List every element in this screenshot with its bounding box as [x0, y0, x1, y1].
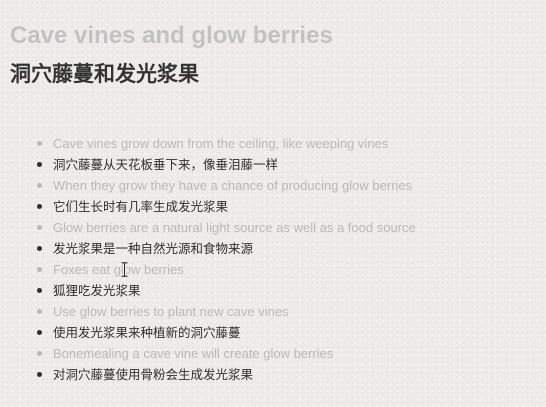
list-item-text: 洞穴藤蔓从天花板垂下来，像垂泪藤一样 — [53, 157, 279, 172]
bullet-icon — [37, 330, 42, 335]
bilingual-bullet-list: Cave vines grow down from the ceiling, l… — [0, 133, 416, 385]
bullet-icon — [37, 162, 42, 167]
list-item-english: Foxes eat glow berries — [0, 259, 416, 280]
bullet-icon — [37, 246, 42, 251]
list-item-text: Glow berries are a natural light source … — [53, 220, 416, 235]
page: Cave vines and glow berries 洞穴藤蔓和发光浆果 Ca… — [0, 0, 546, 407]
page-title-chinese: 洞穴藤蔓和发光浆果 — [10, 62, 199, 86]
list-item-english: Use glow berries to plant new cave vines — [0, 301, 416, 322]
bullet-icon — [37, 372, 42, 377]
list-item-chinese: 狐狸吃发光浆果 — [0, 280, 416, 301]
bullet-icon — [37, 183, 42, 188]
bullet-icon — [37, 225, 42, 230]
list-item-text: 对洞穴藤蔓使用骨粉会生成发光浆果 — [53, 367, 254, 382]
list-item-text: When they grow they have a chance of pro… — [53, 178, 413, 193]
list-item-chinese: 发光浆果是一种自然光源和食物来源 — [0, 238, 416, 259]
bullet-icon — [37, 351, 42, 356]
list-item-text: 使用发光浆果来种植新的洞穴藤蔓 — [53, 325, 241, 340]
list-item-chinese: 对洞穴藤蔓使用骨粉会生成发光浆果 — [0, 364, 416, 385]
list-item-text: Bonemealing a cave vine will create glow… — [53, 346, 334, 361]
list-item-text: Use glow berries to plant new cave vines — [53, 304, 289, 319]
list-item-english: Cave vines grow down from the ceiling, l… — [0, 133, 416, 154]
list-item-text: 狐狸吃发光浆果 — [53, 283, 141, 298]
list-item-chinese: 使用发光浆果来种植新的洞穴藤蔓 — [0, 322, 416, 343]
bullet-icon — [37, 288, 42, 293]
list-item-english: Bonemealing a cave vine will create glow… — [0, 343, 416, 364]
bullet-icon — [37, 309, 42, 314]
list-item-chinese: 洞穴藤蔓从天花板垂下来，像垂泪藤一样 — [0, 154, 416, 175]
list-item-text: 发光浆果是一种自然光源和食物来源 — [53, 241, 254, 256]
list-item-text: 它们生长时有几率生成发光浆果 — [53, 199, 229, 214]
list-item-english: Glow berries are a natural light source … — [0, 217, 416, 238]
list-item-text: Cave vines grow down from the ceiling, l… — [53, 136, 389, 151]
list-item-english: When they grow they have a chance of pro… — [0, 175, 416, 196]
page-title-english: Cave vines and glow berries — [10, 22, 333, 49]
text-cursor-icon — [121, 262, 128, 277]
list-item-chinese: 它们生长时有几率生成发光浆果 — [0, 196, 416, 217]
bullet-icon — [37, 267, 42, 272]
list-item-text: Foxes eat glow berries — [53, 262, 184, 277]
bullet-icon — [37, 204, 42, 209]
bullet-icon — [37, 141, 42, 146]
